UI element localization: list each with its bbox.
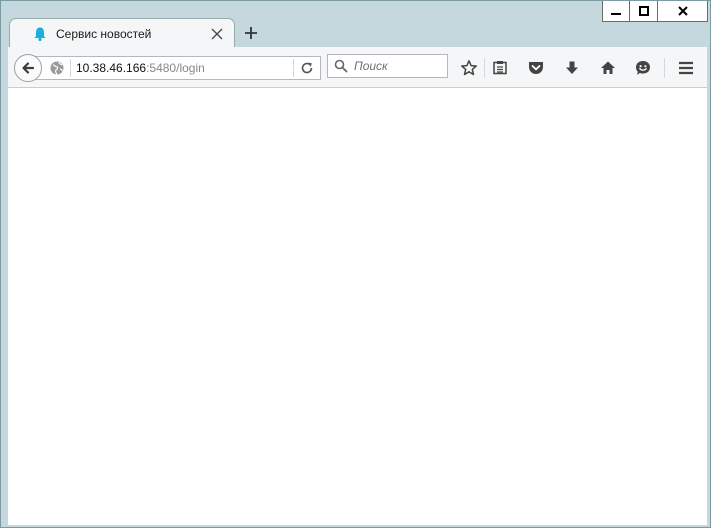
arrow-left-icon (22, 62, 35, 74)
back-button[interactable] (14, 54, 42, 82)
bookmark-button[interactable] (456, 55, 482, 81)
toolbar-separator (664, 58, 665, 78)
url-text[interactable]: 10.38.46.166:5480/login (76, 61, 293, 75)
maximize-icon (638, 6, 649, 16)
close-icon (677, 6, 688, 16)
url-path: :5480/login (146, 61, 205, 75)
maximize-button[interactable] (630, 1, 658, 22)
bookmarks-menu-button[interactable] (487, 55, 513, 81)
home-icon (601, 61, 615, 74)
bell-icon (32, 26, 48, 42)
reload-icon (301, 62, 313, 74)
pocket-button[interactable] (523, 55, 549, 81)
reload-button[interactable] (294, 57, 320, 79)
pocket-icon (529, 62, 543, 74)
browser-window: Сервис новостей 10.38.46.166:5480/login (0, 0, 711, 528)
address-separator (70, 59, 71, 77)
menu-icon (679, 61, 693, 75)
window-controls (602, 1, 708, 22)
home-button[interactable] (595, 55, 621, 81)
minimize-icon (611, 13, 621, 15)
toolbar-separator (484, 58, 485, 78)
download-icon (566, 61, 578, 74)
address-bar[interactable]: 10.38.46.166:5480/login (34, 56, 321, 80)
tab-active[interactable]: Сервис новостей (9, 18, 235, 48)
star-icon (461, 60, 477, 76)
globe-icon[interactable] (49, 60, 65, 76)
menu-button[interactable] (673, 55, 699, 81)
search-icon[interactable] (334, 59, 348, 73)
page-content (8, 88, 707, 525)
close-window-button[interactable] (658, 1, 708, 22)
navigation-toolbar: 10.38.46.166:5480/login (8, 47, 707, 88)
reading-list-icon (493, 61, 507, 75)
url-host: 10.38.46.166 (76, 61, 147, 75)
minimize-button[interactable] (602, 1, 630, 22)
smiley-icon (636, 61, 650, 75)
hello-button[interactable] (630, 55, 656, 81)
search-input[interactable] (354, 59, 444, 73)
search-bar[interactable] (327, 54, 448, 78)
tab-title: Сервис новостей (56, 26, 152, 41)
new-tab-button[interactable] (241, 23, 261, 43)
tab-close-icon[interactable] (210, 27, 224, 41)
downloads-button[interactable] (559, 55, 585, 81)
plus-icon (245, 27, 257, 39)
